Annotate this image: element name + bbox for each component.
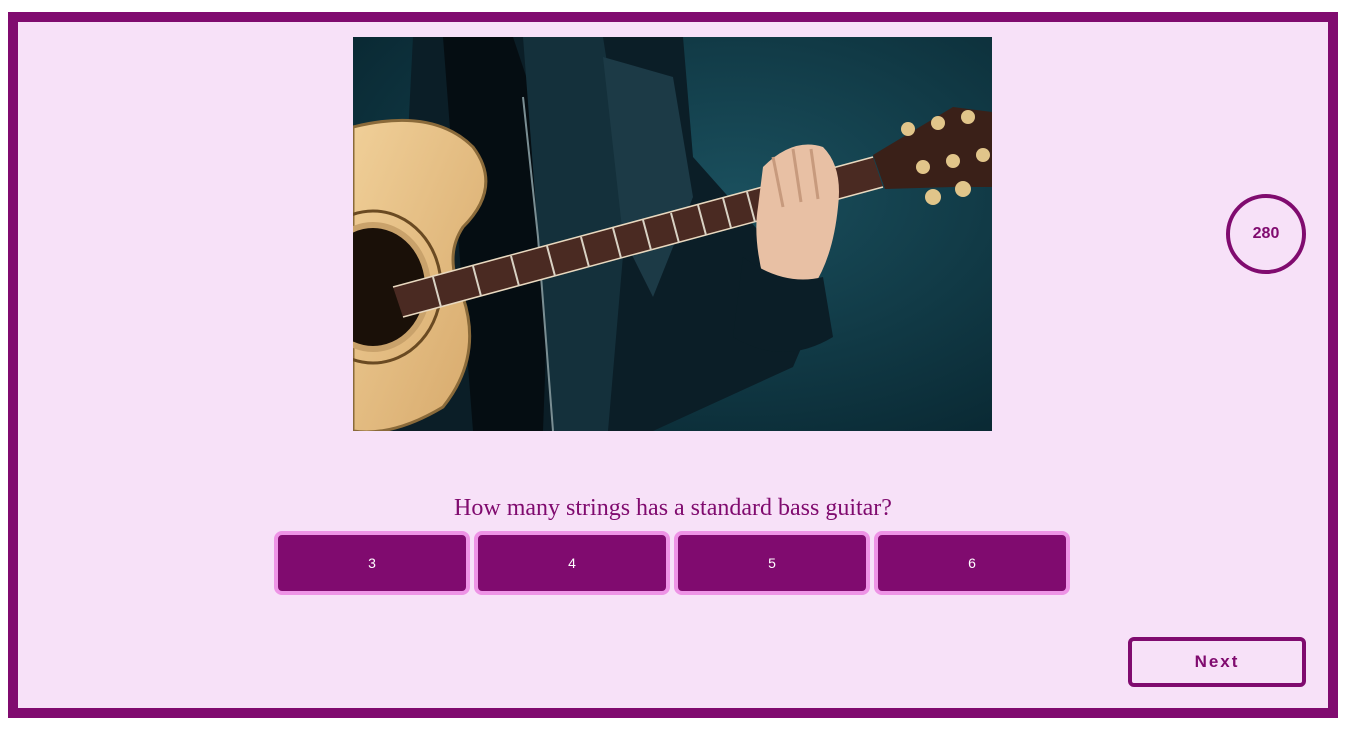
answer-options: 3 4 5 6 [274,531,1070,595]
answer-button-1[interactable]: 3 [274,531,470,595]
timer-value: 280 [1252,225,1280,242]
answer-button-3[interactable]: 5 [674,531,870,595]
next-button[interactable]: Next [1128,637,1306,687]
answer-label: 3 [368,555,376,571]
question-image [353,37,992,431]
next-label: Next [1194,652,1240,671]
question-text: How many strings has a standard bass gui… [454,495,892,521]
answer-button-4[interactable]: 6 [874,531,1070,595]
answer-label: 4 [568,555,576,571]
answer-label: 6 [968,555,976,571]
quiz-frame: 280 How many strings has a standard bass… [8,12,1338,718]
countdown-timer: 280 [1226,194,1306,274]
answer-button-2[interactable]: 4 [474,531,670,595]
guitar-player-illustration [353,37,992,431]
answer-label: 5 [768,555,776,571]
